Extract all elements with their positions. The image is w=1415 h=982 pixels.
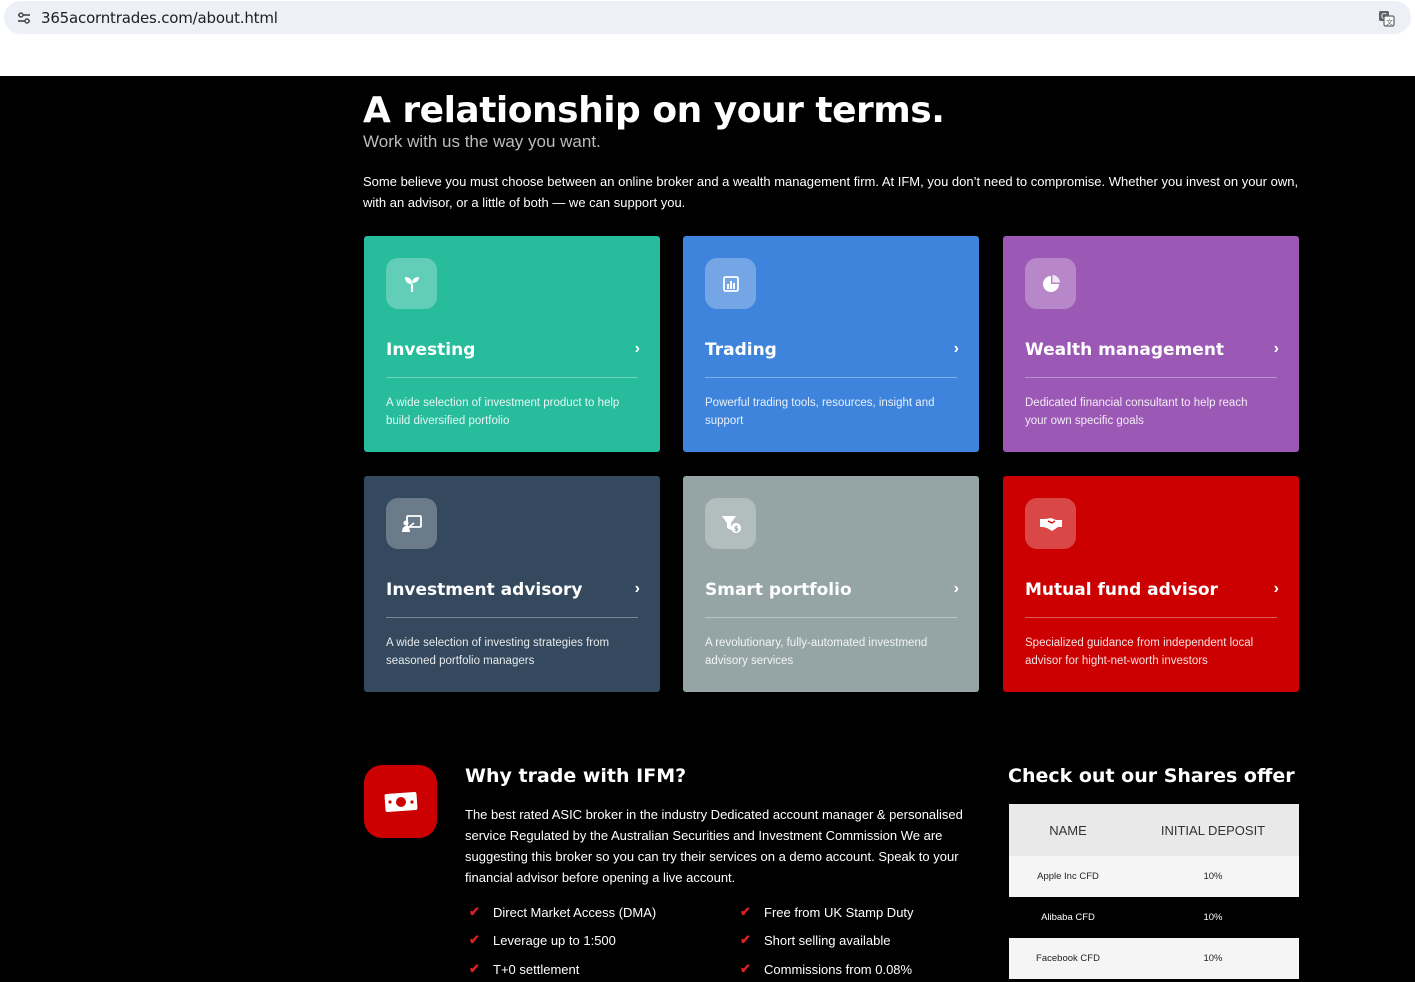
- hero-title-pre: A: [363, 90, 391, 131]
- cell-deposit: 10%: [1203, 912, 1223, 923]
- funnel-dollar-icon: $: [705, 498, 756, 549]
- table-row: Facebook CFD 10%: [1009, 938, 1299, 979]
- table-row: Alibaba CFD 10%: [1009, 897, 1299, 938]
- feature-label: Short selling available: [764, 932, 891, 948]
- chevron-right-icon: ›: [634, 340, 640, 357]
- translate-icon[interactable]: G 文: [1378, 10, 1395, 27]
- card-title: Investment advisory: [386, 580, 583, 600]
- divider: [386, 377, 638, 378]
- chevron-right-icon: ›: [1273, 340, 1279, 357]
- check-icon: ✔: [740, 961, 751, 976]
- hero-title-highlight: relationship: [402, 90, 641, 131]
- cell-name: Facebook CFD: [1036, 953, 1100, 964]
- browser-address-bar: 365acorntrades.com/about.html G 文: [0, 0, 1415, 36]
- chevron-right-icon: ›: [953, 580, 959, 597]
- presentation-icon: [386, 498, 437, 549]
- cell-name: Alibaba CFD: [1041, 912, 1095, 923]
- hero-subtitle: Work with us the way you want.: [363, 132, 601, 151]
- feature-item: ✔ Leverage up to 1:500: [469, 932, 616, 948]
- chevron-right-icon: ›: [634, 580, 640, 597]
- card-wealth-management[interactable]: Wealth management › Dedicated financial …: [1003, 236, 1299, 452]
- cell-name: Apple Inc CFD: [1037, 871, 1099, 882]
- hero-description: Some believe you must choose between an …: [363, 174, 1299, 210]
- card-description: Specialized guidance from independent lo…: [1025, 637, 1254, 667]
- hero-title: A relationship on your terms.: [363, 90, 945, 131]
- feature-label: Free from UK Stamp Duty: [764, 904, 914, 920]
- feature-item: ✔ Free from UK Stamp Duty: [740, 904, 914, 920]
- sprout-icon: [386, 258, 437, 309]
- divider: [386, 617, 638, 618]
- card-description: A wide selection of investing strategies…: [386, 637, 610, 667]
- divider: [1025, 617, 1277, 618]
- feature-item: ✔ Short selling available: [740, 932, 890, 948]
- site-settings-icon[interactable]: [16, 10, 32, 26]
- divider: [705, 377, 957, 378]
- shares-title: Check out our Shares offer: [1008, 765, 1295, 787]
- why-title: Why trade with IFM?: [465, 765, 687, 787]
- shares-table: NAME INITIAL DEPOSIT Apple Inc CFD 10% A…: [1009, 804, 1299, 979]
- card-description: A wide selection of investment product t…: [386, 397, 620, 427]
- divider: [1025, 377, 1277, 378]
- url-field[interactable]: 365acorntrades.com/about.html G 文: [4, 1, 1411, 34]
- feature-label: Leverage up to 1:500: [493, 932, 616, 948]
- check-icon: ✔: [469, 932, 480, 947]
- url-text: 365acorntrades.com/about.html: [41, 9, 278, 27]
- feature-label: Direct Market Access (DMA): [493, 904, 657, 920]
- chevron-right-icon: ›: [1273, 580, 1279, 597]
- card-description: Dedicated financial consultant to help r…: [1025, 397, 1248, 427]
- column-header-name: NAME: [1049, 822, 1087, 838]
- card-mutual-fund-advisor[interactable]: Mutual fund advisor › Specialized guidan…: [1003, 476, 1299, 692]
- column-header-deposit: INITIAL DEPOSIT: [1160, 822, 1266, 838]
- card-title: Smart portfolio: [705, 580, 852, 600]
- feature-label: Commissions from 0.08%: [764, 961, 913, 977]
- chevron-right-icon: ›: [953, 340, 959, 357]
- svg-text:$: $: [733, 525, 738, 533]
- card-smart-portfolio[interactable]: $ Smart portfolio › A revolutionary, ful…: [683, 476, 979, 692]
- feature-label: T+0 settlement: [493, 961, 580, 977]
- card-description: A revolutionary, fully-automated investm…: [705, 637, 928, 667]
- pie-chart-icon: [1025, 258, 1076, 309]
- check-icon: ✔: [740, 932, 751, 947]
- hero-title-post: on your terms.: [652, 90, 945, 131]
- table-header: NAME INITIAL DEPOSIT: [1009, 804, 1299, 856]
- cell-deposit: 10%: [1203, 871, 1223, 882]
- check-icon: ✔: [469, 904, 480, 919]
- feature-item: ✔ Commissions from 0.08%: [740, 961, 912, 977]
- card-title: Wealth management: [1025, 340, 1225, 360]
- card-title: Investing: [386, 340, 476, 360]
- page-content: A relationship on your terms. Work with …: [0, 76, 1415, 982]
- card-title: Trading: [705, 340, 777, 360]
- money-bill-icon: [364, 765, 437, 838]
- cell-deposit: 10%: [1203, 953, 1223, 964]
- bar-chart-icon: [705, 258, 756, 309]
- check-icon: ✔: [469, 961, 480, 976]
- handshake-icon: [1025, 498, 1076, 549]
- svg-text:文: 文: [1386, 18, 1393, 27]
- divider: [705, 617, 957, 618]
- card-description: Powerful trading tools, resources, insig…: [705, 397, 935, 427]
- card-investing[interactable]: Investing › A wide selection of investme…: [364, 236, 660, 452]
- feature-item: ✔ T+0 settlement: [469, 961, 579, 977]
- check-icon: ✔: [740, 904, 751, 919]
- why-description: The best rated ASIC broker in the indust…: [465, 807, 963, 885]
- feature-item: ✔ Direct Market Access (DMA): [469, 904, 656, 920]
- card-trading[interactable]: Trading › Powerful trading tools, resour…: [683, 236, 979, 452]
- toolbar-spacer: [0, 36, 1415, 76]
- card-investment-advisory[interactable]: Investment advisory › A wide selection o…: [364, 476, 660, 692]
- card-title: Mutual fund advisor: [1025, 580, 1218, 600]
- table-row: Apple Inc CFD 10%: [1009, 856, 1299, 897]
- services-grid: Investing › A wide selection of investme…: [364, 236, 1300, 694]
